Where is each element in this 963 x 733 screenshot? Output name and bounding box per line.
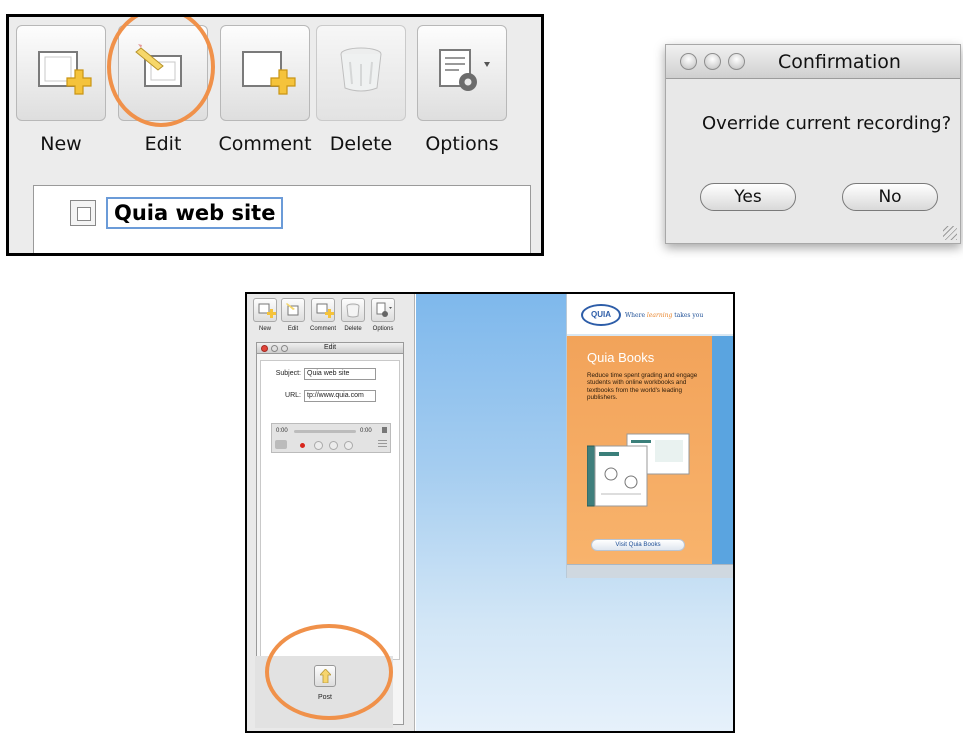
browser-view: QUIA Where learning takes you Quia Books…: [416, 294, 733, 731]
delete-button[interactable]: Delete: [316, 25, 406, 175]
new-button-label: New: [40, 133, 82, 155]
toolbar: New Edit Comment Delete Options: [9, 17, 541, 175]
quia-footer-scrollbar[interactable]: [567, 564, 733, 578]
comment-button[interactable]: Comment: [218, 25, 312, 175]
confirmation-dialog: Confirmation Override current recording?…: [665, 44, 961, 244]
options-button-frame: [417, 25, 507, 121]
comment-add-icon: [242, 51, 296, 95]
subject-field[interactable]: Quia web site: [304, 368, 376, 380]
mini-comment-button[interactable]: Comment: [310, 298, 336, 332]
playback-slider[interactable]: [294, 430, 356, 433]
new-button[interactable]: New: [16, 25, 106, 175]
speaker-icon[interactable]: [275, 440, 287, 449]
upload-arrow-icon: [320, 669, 331, 683]
mini-gear-icon: [371, 298, 395, 322]
tree-item-checkbox[interactable]: [70, 200, 96, 226]
url-label: URL:: [285, 392, 301, 399]
stop-icon[interactable]: [344, 441, 353, 450]
audio-recorder: 0:00 0:00: [271, 423, 391, 453]
edit-form: Subject: Quia web site URL: tp://www.qui…: [260, 360, 400, 660]
mini-edit-icon: [281, 298, 305, 322]
edit-button[interactable]: Edit: [118, 25, 208, 175]
dialog-title: Confirmation: [778, 51, 901, 73]
bookmark-tree: Quia web site: [33, 185, 531, 253]
tagline-suffix: takes you: [672, 312, 704, 319]
trash-icon: [340, 47, 382, 92]
quia-logo[interactable]: QUIA: [581, 304, 621, 326]
quia-books-card: Quia Books Reduce time spent grading and…: [567, 336, 712, 564]
app-screenshot: New Edit Comment Delete Options Edit Sub…: [245, 292, 735, 733]
mini-new-button[interactable]: New: [253, 298, 277, 332]
mini-options-label: Options: [372, 326, 394, 332]
mini-edit-button[interactable]: Edit: [281, 298, 305, 332]
no-button[interactable]: No: [842, 183, 938, 211]
record-icon[interactable]: [300, 443, 305, 448]
zoom-window-icon[interactable]: [728, 53, 745, 70]
delete-button-frame: [316, 25, 406, 121]
edit-button-frame: [118, 25, 208, 121]
dialog-message: Override current recording?: [702, 113, 952, 134]
mini-new-icon: [253, 298, 277, 322]
time-end: 0:00: [360, 428, 372, 434]
quia-side-bar: [712, 336, 733, 564]
options-button[interactable]: Options: [417, 25, 507, 175]
new-button-frame: [16, 25, 106, 121]
edit-button-label: Edit: [144, 133, 182, 155]
yes-button[interactable]: Yes: [700, 183, 796, 211]
dialog-titlebar: Confirmation: [666, 45, 960, 79]
post-button[interactable]: [314, 665, 336, 687]
quia-card-text: Reduce time spent grading and engage stu…: [587, 372, 698, 402]
mini-trash-icon: [341, 298, 365, 322]
play-icon[interactable]: [314, 441, 323, 450]
resize-grip-icon[interactable]: [943, 226, 957, 240]
quia-web-page: QUIA Where learning takes you Quia Books…: [566, 294, 733, 578]
comment-button-label: Comment: [218, 133, 312, 155]
level-meter-icon: [378, 440, 387, 449]
options-button-label: Options: [425, 133, 499, 155]
tagline-prefix: Where: [625, 312, 647, 319]
comment-button-frame: [220, 25, 310, 121]
mini-comment-icon: [311, 298, 335, 322]
sidebar-panel: New Edit Comment Delete Options Edit Sub…: [247, 294, 415, 731]
mini-options-button[interactable]: Options: [371, 298, 395, 332]
post-toolbar: Post: [255, 656, 393, 728]
delete-button-label: Delete: [329, 133, 393, 155]
edit-window-title: Edit: [323, 344, 337, 351]
quia-tagline: Where learning takes you: [625, 312, 703, 319]
mini-delete-button[interactable]: Delete: [341, 298, 365, 332]
subject-label: Subject:: [275, 370, 301, 377]
gear-options-icon: [439, 49, 490, 91]
edit-pencil-icon: [135, 44, 182, 87]
quia-header: QUIA Where learning takes you: [567, 294, 733, 334]
trash-icon[interactable]: [382, 427, 387, 433]
quia-card-title: Quia Books: [587, 350, 655, 365]
minimize-window-icon[interactable]: [704, 53, 721, 70]
tree-item-quia-web-site[interactable]: Quia web site: [106, 197, 284, 229]
close-window-icon[interactable]: [680, 53, 697, 70]
new-item-icon: [38, 51, 92, 95]
toolbar-panel: New Edit Comment Delete Options Quia web…: [6, 14, 544, 256]
post-label: Post: [317, 694, 332, 701]
visit-quia-books-button[interactable]: Visit Quia Books: [591, 539, 685, 551]
pause-icon[interactable]: [329, 441, 338, 450]
time-start: 0:00: [276, 428, 288, 434]
tagline-highlight: learning: [646, 312, 673, 319]
books-illustration: [587, 433, 690, 507]
edit-window-titlebar: Edit: [257, 343, 403, 354]
url-field[interactable]: tp://www.quia.com: [304, 390, 376, 402]
